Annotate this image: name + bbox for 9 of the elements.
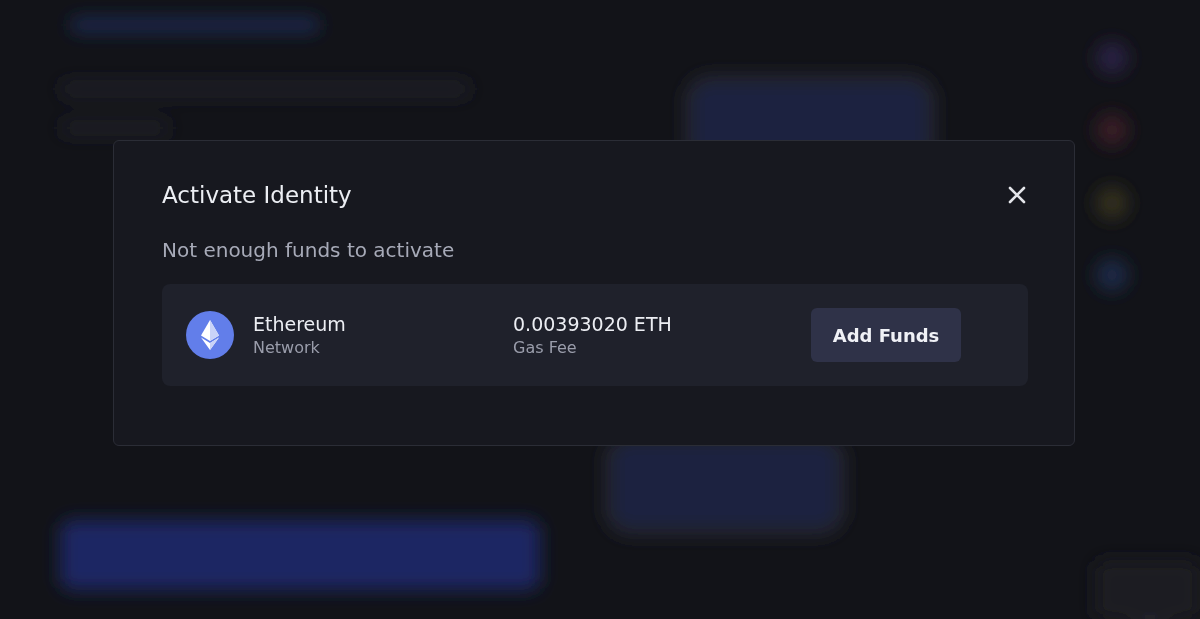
add-funds-button[interactable]: Add Funds	[811, 308, 961, 362]
dialog-title: Activate Identity	[162, 182, 352, 208]
gas-fee-amount: 0.00393020 ETH	[513, 313, 673, 335]
close-icon[interactable]	[1007, 185, 1027, 205]
ethereum-icon	[186, 311, 234, 359]
gas-fee-label: Gas Fee	[513, 338, 578, 357]
network-label: Network	[253, 338, 321, 357]
network-name: Ethereum	[253, 313, 346, 335]
dialog-message: Not enough funds to activate	[162, 238, 456, 262]
